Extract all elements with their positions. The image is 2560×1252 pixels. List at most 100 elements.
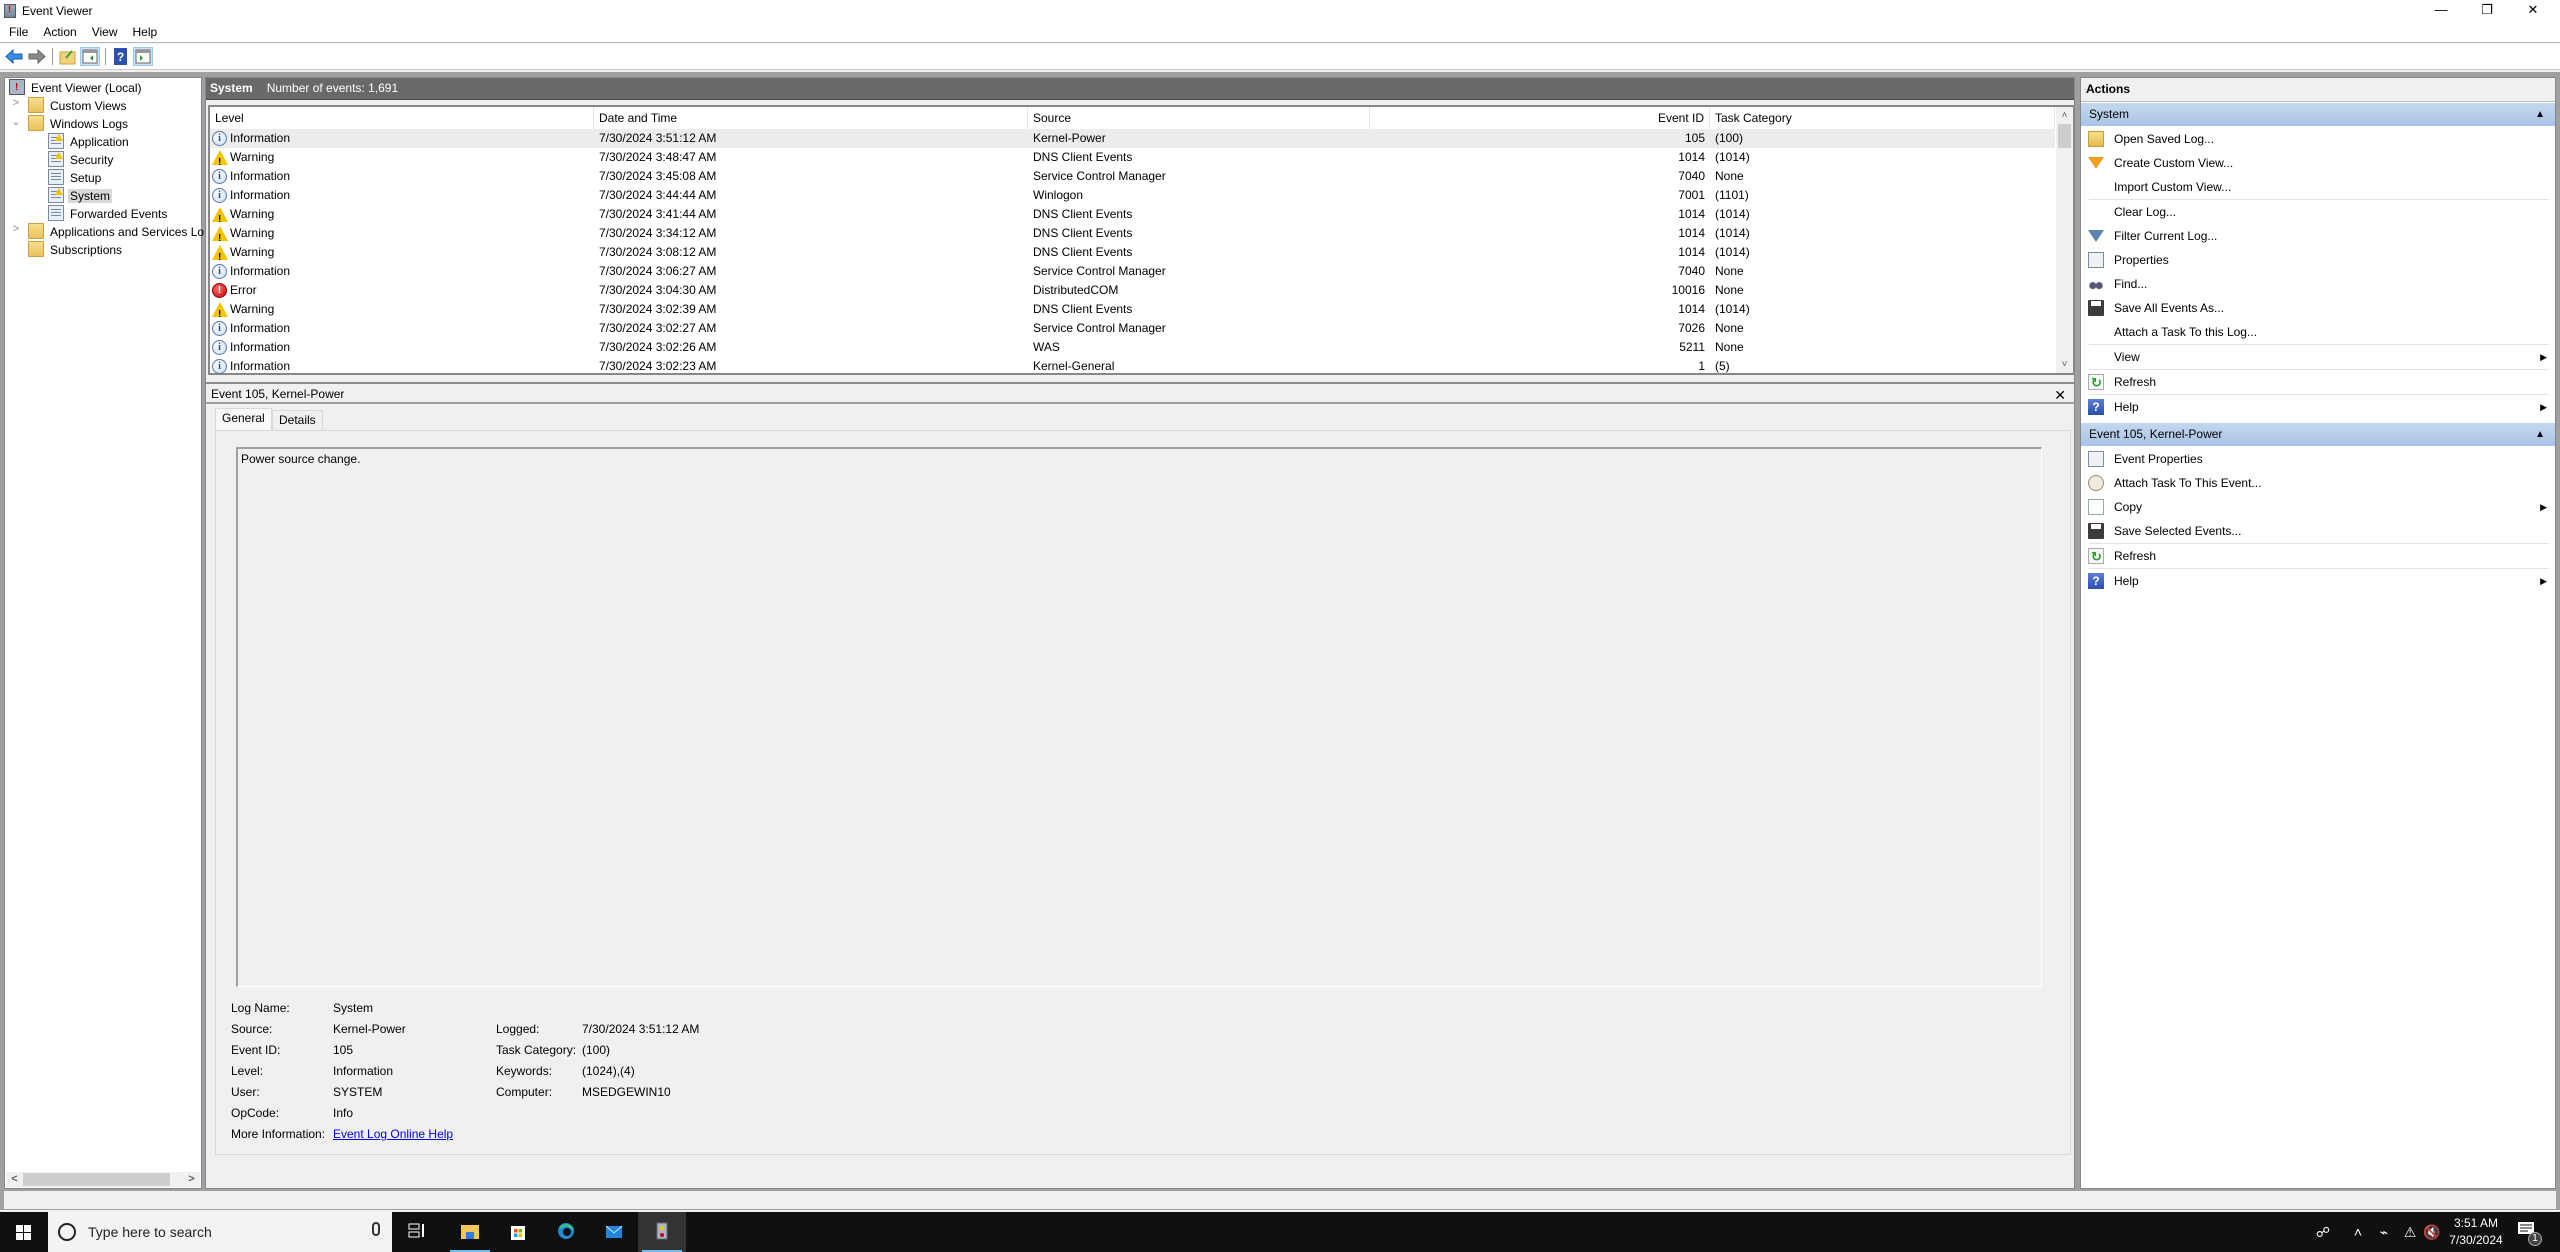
action-attach-a-task-to-this-log[interactable]: Attach a Task To this Log...: [2081, 320, 2555, 344]
event-row[interactable]: Warning 7/30/2024 3:08:12 AM DNS Client Ev…: [210, 243, 2055, 267]
start-button[interactable]: [0, 1212, 48, 1252]
volume-muted-icon[interactable]: 🔇: [2422, 1212, 2442, 1252]
tree-item-event-viewer-local[interactable]: Event Viewer (Local): [9, 79, 144, 97]
forward-icon[interactable]: [27, 47, 47, 66]
event-row[interactable]: i Information 7/30/2024 3:06:27 AM Service …: [210, 262, 2055, 281]
scroll-down-button[interactable]: ˅: [2056, 356, 2073, 373]
scroll-left-button[interactable]: <: [6, 1172, 23, 1187]
power-plug-icon[interactable]: ⌁: [2372, 1212, 2396, 1252]
microsoft-store-button[interactable]: [494, 1212, 542, 1252]
restore-button[interactable]: ❐: [2464, 0, 2510, 22]
scroll-up-button[interactable]: ˄: [2056, 107, 2073, 124]
tree-item-windows-logs[interactable]: Windows Logs: [28, 115, 130, 133]
event-source: DNS Client Events: [1033, 226, 1133, 240]
collapse-icon[interactable]: ▲: [2535, 103, 2545, 126]
action-filter-current-log[interactable]: Filter Current Log...: [2081, 224, 2555, 248]
action-attach-task-to-this-event[interactable]: Attach Task To This Event...: [2081, 471, 2555, 495]
scrollbar-thumb[interactable]: [23, 1173, 170, 1186]
action-help[interactable]: ? Help ▶: [2081, 395, 2555, 419]
back-icon[interactable]: [4, 47, 24, 66]
collapse-icon[interactable]: ▲: [2535, 423, 2545, 446]
event-task-category: (1014): [1715, 207, 1750, 221]
action-clear-log[interactable]: Clear Log...: [2081, 200, 2555, 224]
close-detail-icon[interactable]: ✕: [2054, 385, 2066, 406]
event-row[interactable]: i Information 7/30/2024 3:44:44 AM Winlogon…: [210, 186, 2055, 205]
tab-details[interactable]: Details: [272, 410, 323, 430]
action-create-custom-view[interactable]: Create Custom View...: [2081, 151, 2555, 175]
action-help[interactable]: ? Help ▶: [2081, 569, 2555, 593]
copy-icon: [2088, 499, 2104, 515]
action-group-event[interactable]: Event 105, Kernel-Power ▲: [2081, 423, 2555, 446]
column-header-task-category[interactable]: Task Category: [1710, 107, 2055, 129]
action-find[interactable]: Find...: [2081, 272, 2555, 296]
action-event-properties[interactable]: Event Properties: [2081, 447, 2555, 471]
show-hidden-icons-chevron[interactable]: ˄: [2346, 1212, 2370, 1252]
tree-item-application[interactable]: Application: [48, 133, 131, 151]
action-save-selected-events[interactable]: Save Selected Events...: [2081, 519, 2555, 543]
event-viewer-taskbar-button[interactable]: [638, 1212, 686, 1252]
column-header-source[interactable]: Source: [1028, 107, 1370, 129]
events-vertical-scrollbar[interactable]: ˄ ˅: [2056, 107, 2073, 373]
expand-applications-and-services-icon[interactable]: >: [11, 223, 21, 241]
action-refresh[interactable]: Refresh: [2081, 544, 2555, 569]
tree-item-system[interactable]: System: [48, 187, 113, 205]
tree-item-applications-and-services-logs[interactable]: Applications and Services Lo: [28, 223, 206, 241]
file-explorer-button[interactable]: [446, 1212, 494, 1252]
action-properties[interactable]: Properties: [2081, 248, 2555, 272]
help-icon[interactable]: ?: [111, 47, 131, 66]
event-log-online-help-link[interactable]: Event Log Online Help: [333, 1127, 453, 1141]
menu-view[interactable]: View: [83, 22, 124, 39]
action-view[interactable]: View ▶: [2081, 345, 2555, 369]
menu-help[interactable]: Help: [124, 22, 164, 39]
taskbar-clock[interactable]: 3:51 AM 7/30/2024: [2441, 1215, 2511, 1249]
action-open-saved-log[interactable]: Open Saved Log...: [2081, 127, 2555, 151]
tree-horizontal-scrollbar[interactable]: < >: [6, 1172, 200, 1187]
event-row[interactable]: i Information 7/30/2024 3:51:12 AM Kernel-P…: [210, 129, 2055, 148]
edge-button[interactable]: [542, 1212, 590, 1252]
event-row[interactable]: Warning 7/30/2024 3:48:47 AM DNS Client Ev…: [210, 148, 2055, 172]
tree-item-subscriptions[interactable]: Subscriptions: [28, 241, 124, 259]
menu-file[interactable]: File: [0, 22, 34, 39]
event-row[interactable]: Warning 7/30/2024 3:41:44 AM DNS Client Ev…: [210, 205, 2055, 229]
taskbar-search-box[interactable]: Type here to search: [48, 1212, 392, 1252]
mail-button[interactable]: [590, 1212, 638, 1252]
network-warning-icon[interactable]: ⚠: [2398, 1212, 2422, 1252]
action-refresh[interactable]: Refresh: [2081, 370, 2555, 395]
tree-item-security[interactable]: Security: [48, 151, 115, 169]
scrollbar-thumb[interactable]: [2058, 124, 2071, 148]
tree-item-forwarded-events[interactable]: Forwarded Events: [48, 205, 169, 223]
expand-custom-views-icon[interactable]: >: [11, 97, 21, 115]
event-row[interactable]: Warning 7/30/2024 3:02:39 AM DNS Client Ev…: [210, 300, 2055, 324]
collapse-windows-logs-icon[interactable]: ⌄: [11, 115, 21, 133]
column-header-level[interactable]: Level: [210, 107, 594, 129]
event-row[interactable]: i Information 7/30/2024 3:02:27 AM Service …: [210, 319, 2055, 338]
task-view-button[interactable]: [392, 1212, 440, 1252]
event-row[interactable]: i Information 7/30/2024 3:02:26 AM WAS 5211 N…: [210, 338, 2055, 357]
tab-general[interactable]: General: [215, 408, 272, 431]
close-button[interactable]: ✕: [2510, 0, 2556, 22]
people-icon[interactable]: ☍: [2310, 1212, 2336, 1252]
action-center-icon[interactable]: 1: [2516, 1220, 2542, 1246]
event-row[interactable]: ! Error 7/30/2024 3:04:30 AM DistributedCOM…: [210, 281, 2055, 300]
action-group-system[interactable]: System ▲: [2081, 103, 2555, 126]
show-hide-action-pane-icon[interactable]: [133, 47, 153, 66]
action-import-custom-view[interactable]: Import Custom View...: [2081, 175, 2555, 199]
up-folder-icon[interactable]: [58, 47, 78, 66]
tree-item-custom-views[interactable]: Custom Views: [28, 97, 128, 115]
column-header-event-id[interactable]: Event ID: [1370, 107, 1710, 129]
menu-action[interactable]: Action: [34, 22, 82, 39]
tree-item-setup[interactable]: Setup: [48, 169, 103, 187]
event-id: 7001: [1678, 188, 1705, 202]
minimize-button[interactable]: —: [2418, 0, 2464, 22]
scroll-right-button[interactable]: >: [183, 1172, 200, 1187]
event-description[interactable]: Power source change.: [236, 447, 2042, 987]
show-hide-console-tree-icon[interactable]: [80, 47, 100, 66]
microphone-icon[interactable]: [372, 1222, 380, 1236]
action-copy[interactable]: Copy ▶: [2081, 495, 2555, 519]
event-row[interactable]: i Information 7/30/2024 3:02:23 AM Kernel-G…: [210, 357, 2055, 376]
action-save-all-events-as[interactable]: Save All Events As...: [2081, 296, 2555, 320]
event-row[interactable]: Warning 7/30/2024 3:34:12 AM DNS Client Ev…: [210, 224, 2055, 248]
column-header-date-and-time[interactable]: Date and Time: [594, 107, 1028, 129]
event-viewer-app-icon: [4, 4, 16, 18]
event-row[interactable]: i Information 7/30/2024 3:45:08 AM Service …: [210, 167, 2055, 186]
